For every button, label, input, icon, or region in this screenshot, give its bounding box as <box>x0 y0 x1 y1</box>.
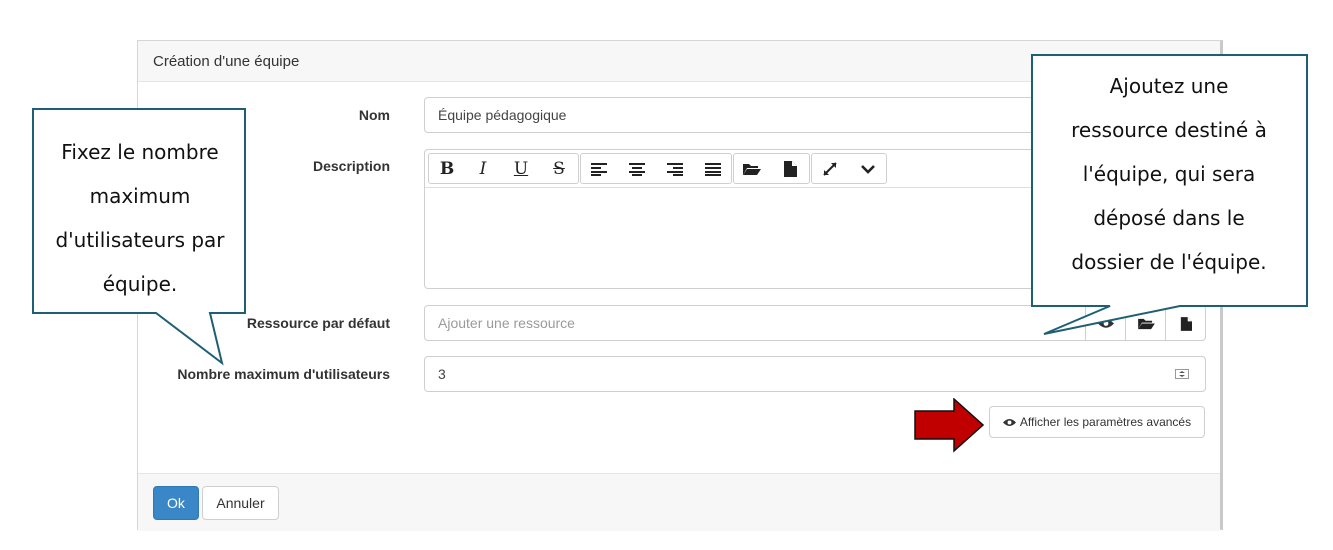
underline-button[interactable]: U <box>503 154 539 183</box>
chevron-down-icon <box>861 164 875 174</box>
resource-placeholder: Ajouter une ressource <box>438 315 575 331</box>
file-group <box>733 153 810 184</box>
max-users-input[interactable]: 3 <box>424 356 1206 392</box>
cancel-button[interactable]: Annuler <box>202 486 279 520</box>
expand-icon <box>823 161 837 176</box>
show-advanced-label: Afficher les paramètres avancés <box>1019 415 1192 429</box>
max-users-value: 3 <box>438 366 446 382</box>
align-left-icon <box>591 162 607 176</box>
more-options-button[interactable] <box>850 154 886 183</box>
red-arrow-icon <box>914 398 984 453</box>
right-callout-text: Ajoutez une ressource destiné à l'équipe… <box>1071 74 1267 274</box>
name-value: Équipe pédagogique <box>438 107 567 123</box>
italic-button[interactable]: I <box>465 154 501 183</box>
spinner-icon <box>1175 369 1189 379</box>
folder-open-icon <box>743 163 761 175</box>
align-left-button[interactable] <box>581 154 617 183</box>
bold-button[interactable]: B <box>429 154 465 183</box>
name-label: Nom <box>358 107 390 123</box>
align-center-button[interactable] <box>619 154 655 183</box>
justify-button[interactable] <box>695 154 731 183</box>
modal-title: Création d'une équipe <box>153 53 300 70</box>
fullscreen-button[interactable] <box>812 154 848 183</box>
view-group <box>811 153 887 184</box>
show-advanced-button[interactable]: Afficher les paramètres avancés <box>989 406 1205 438</box>
align-right-button[interactable] <box>657 154 693 183</box>
description-label: Description <box>312 158 390 174</box>
file-icon <box>784 160 797 177</box>
align-center-icon <box>629 162 645 176</box>
format-group: B I U S <box>428 153 579 184</box>
align-right-icon <box>667 162 683 176</box>
align-group <box>580 153 732 184</box>
left-callout-text: Fixez le nombre maximum d'utilisateurs p… <box>55 140 225 296</box>
modal-footer: Ok Annuler <box>138 473 1220 531</box>
new-file-button[interactable] <box>772 154 808 183</box>
ok-button[interactable]: Ok <box>153 486 199 520</box>
resource-label: Ressource par défaut <box>246 315 390 331</box>
strikethrough-button[interactable]: S <box>541 154 577 183</box>
open-folder-button[interactable] <box>734 154 770 183</box>
eye-icon <box>1002 418 1016 426</box>
align-justify-icon <box>705 162 721 176</box>
